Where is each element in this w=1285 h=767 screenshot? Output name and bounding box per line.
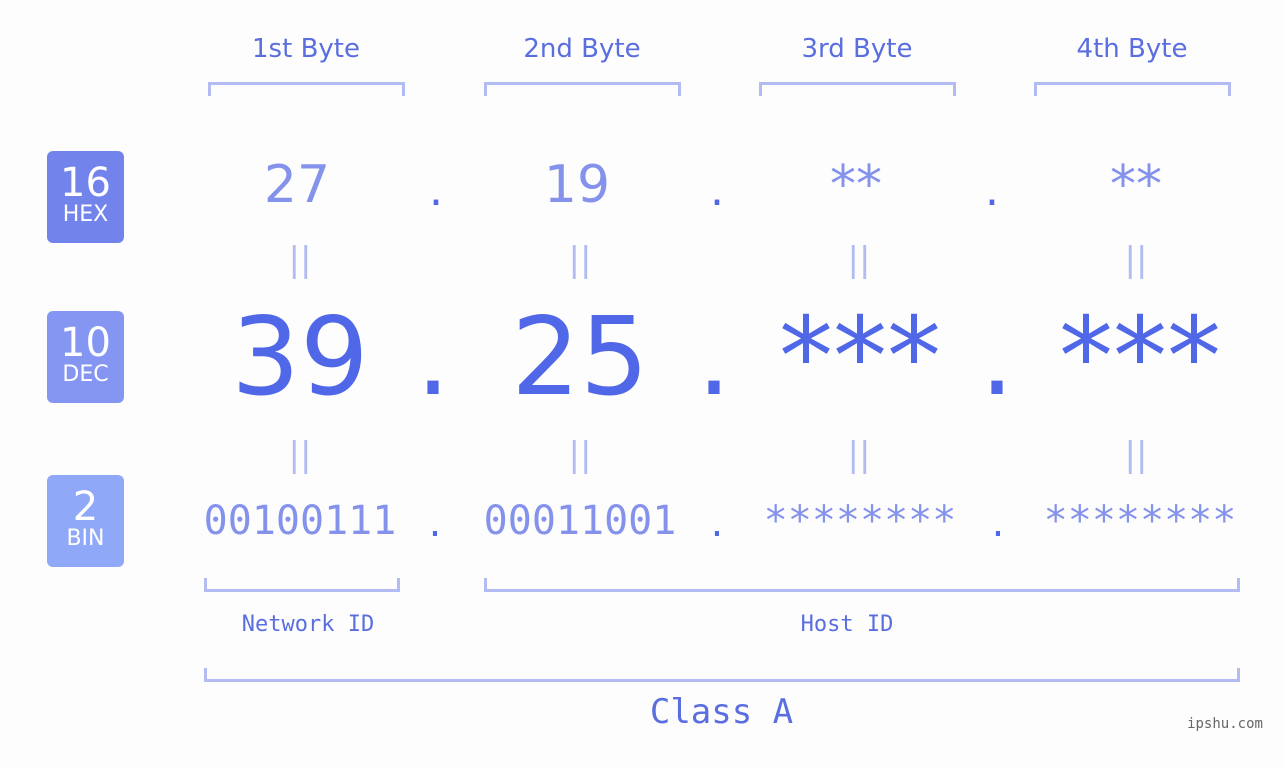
hex-dot-1: . [429,165,443,216]
bin-badge: 2 BIN [47,475,124,567]
dec-dot-2: . [696,295,732,420]
equals-dec-bin-4: || [1124,435,1148,475]
hex-base-number: 16 [60,160,111,206]
byte-header-4: 4th Byte [1076,34,1188,64]
bin-byte-2: 00011001 [483,498,677,544]
hex-byte-3: ** [830,155,882,215]
byte-bracket-4 [1034,82,1231,96]
equals-hex-dec-1: || [288,240,312,280]
byte-header-3: 3rd Byte [801,34,913,64]
host-id-label: Host ID [800,612,894,637]
hex-dot-3: . [985,165,999,216]
class-bracket [204,668,1240,682]
dec-byte-1: 39 [231,295,369,420]
dec-base-label: DEC [62,362,109,387]
hex-base-label: HEX [62,202,109,227]
hex-badge: 16 HEX [47,151,124,243]
dec-byte-3: *** [779,295,941,420]
byte-bracket-2 [484,82,681,96]
equals-dec-bin-2: || [568,435,592,475]
watermark: ipshu.com [1187,716,1263,732]
equals-hex-dec-2: || [568,240,592,280]
network-id-bracket [204,578,400,592]
bin-base-label: BIN [66,526,105,551]
equals-hex-dec-3: || [847,240,871,280]
dec-badge: 10 DEC [47,311,124,403]
hex-dot-2: . [710,165,724,216]
dec-byte-4: *** [1059,295,1221,420]
bin-dot-1: . [428,500,442,546]
class-label: Class A [649,692,794,732]
network-id-label: Network ID [241,612,375,637]
host-id-bracket [484,578,1240,592]
byte-header-1: 1st Byte [252,34,360,64]
hex-byte-1: 27 [263,155,331,215]
dec-dot-1: . [415,295,451,420]
bin-base-number: 2 [72,484,99,530]
bin-byte-3: ******** [763,498,957,544]
bin-dot-2: . [710,500,724,546]
hex-byte-2: 19 [543,155,611,215]
dec-base-number: 10 [60,320,111,366]
bin-byte-1: 00100111 [203,498,397,544]
byte-bracket-3 [759,82,956,96]
byte-header-2: 2nd Byte [523,34,641,64]
equals-dec-bin-1: || [288,435,312,475]
dec-dot-3: . [979,295,1015,420]
byte-bracket-1 [208,82,405,96]
bin-dot-3: . [991,500,1005,546]
dec-byte-2: 25 [511,295,649,420]
equals-hex-dec-4: || [1124,240,1148,280]
bin-byte-4: ******** [1043,498,1237,544]
equals-dec-bin-3: || [847,435,871,475]
hex-byte-4: ** [1110,155,1162,215]
